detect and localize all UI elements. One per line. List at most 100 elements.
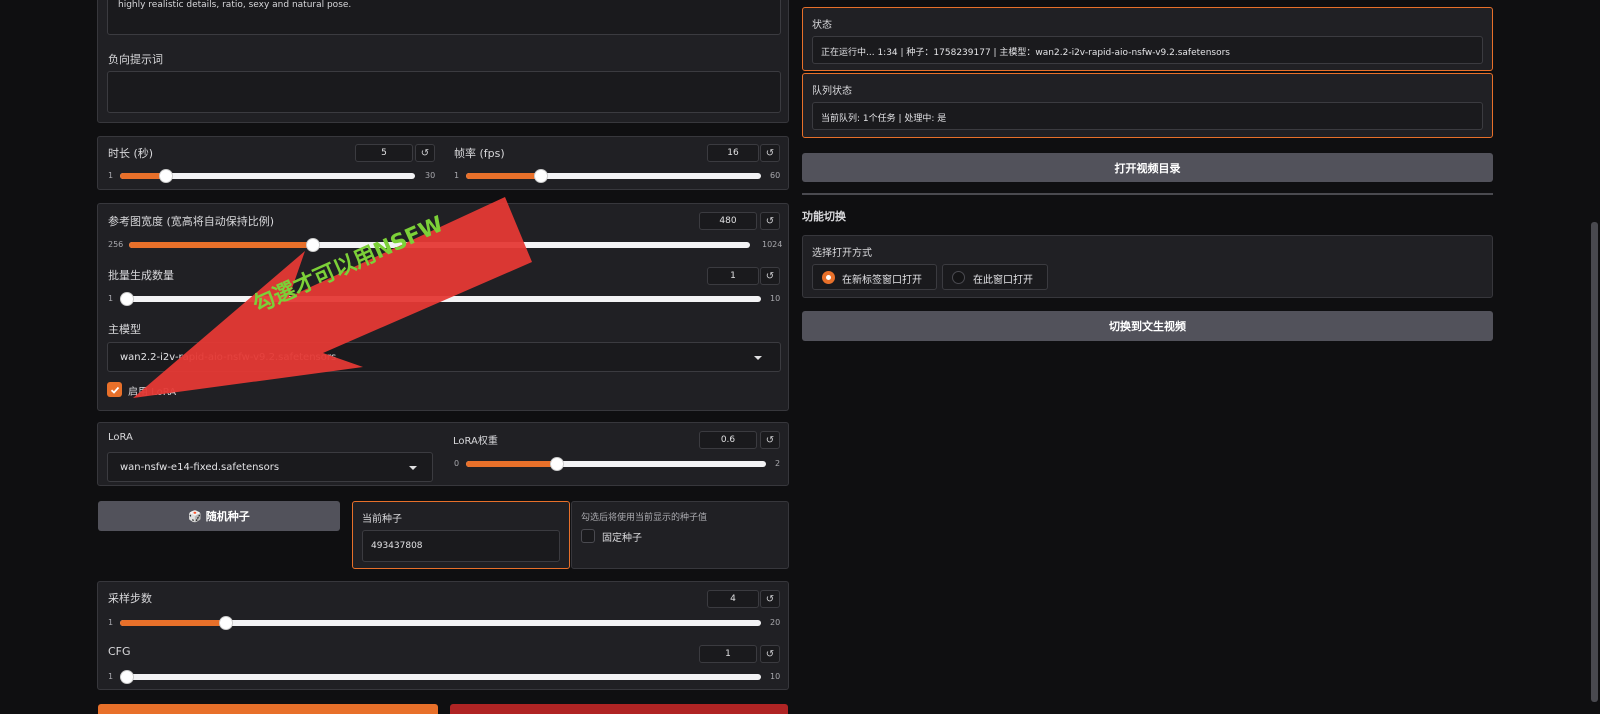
cfg-label: CFG: [108, 645, 131, 658]
cfg-max: 10: [770, 672, 781, 681]
fps-slider-fill: [466, 173, 541, 179]
steps-input[interactable]: 4: [707, 590, 759, 608]
ref-width-min: 256: [108, 240, 124, 249]
open-mode-label: 选择打开方式: [812, 248, 872, 259]
cfg-input[interactable]: 1: [699, 645, 757, 663]
check-icon: [110, 386, 119, 394]
status-box: 正在运行中... 1:34 | 种子：1758239177 | 主模型：wan2…: [812, 36, 1483, 64]
batch-label: 批量生成数量: [108, 269, 174, 282]
enable-lora-label: 启用 LoRA: [128, 387, 177, 398]
duration-fps-panel: 时长 (秒) 5 ↺ 1 30 帧率 (fps) 16 ↺ 1 60: [97, 136, 789, 190]
steps-reset-icon[interactable]: ↺: [760, 590, 780, 608]
lora-weight-slider-fill: [466, 461, 557, 467]
stop-button[interactable]: [450, 704, 788, 714]
ref-width-slider-fill: [129, 242, 313, 248]
status-text: 正在运行中... 1:34 | 种子：1758239177 | 主模型：wan2…: [821, 48, 1230, 58]
cfg-min: 1: [108, 672, 114, 681]
fps-min: 1: [454, 171, 460, 180]
batch-slider-thumb[interactable]: [120, 292, 134, 306]
chevron-down-icon: [754, 356, 762, 360]
current-seed-panel: 当前种子 493437808: [352, 501, 570, 569]
duration-reset-icon[interactable]: ↺: [415, 144, 435, 162]
switch-to-t2v-button[interactable]: 切换到文生视频: [802, 311, 1493, 341]
queue-panel: 队列状态 当前队列: 1个任务 | 处理中: 是: [802, 73, 1493, 138]
open-mode-option-label: 在新标签窗口打开: [842, 275, 922, 286]
fixed-seed-label: 固定种子: [602, 533, 642, 544]
lora-dropdown[interactable]: wan-nsfw-e14-fixed.safetensors: [107, 452, 433, 482]
ref-width-label: 参考图宽度 (宽高将自动保持比例): [108, 215, 275, 228]
duration-input[interactable]: 5: [355, 144, 413, 162]
fps-max: 60: [770, 171, 781, 180]
lora-weight-slider-thumb[interactable]: [550, 457, 564, 471]
ref-width-slider-thumb[interactable]: [306, 238, 320, 252]
open-video-dir-button[interactable]: 打开视频目录: [802, 153, 1493, 182]
chevron-down-icon: [409, 466, 417, 470]
duration-slider-fill: [120, 173, 164, 179]
status-panel: 状态 正在运行中... 1:34 | 种子：1758239177 | 主模型：w…: [802, 7, 1493, 71]
batch-slider[interactable]: [120, 296, 761, 302]
generate-button[interactable]: [98, 704, 438, 714]
main-model-dropdown[interactable]: wan2.2-i2v-rapid-aio-nsfw-v9.2.safetenso…: [107, 342, 781, 372]
lora-value: wan-nsfw-e14-fixed.safetensors: [120, 461, 280, 473]
fps-reset-icon[interactable]: ↺: [760, 144, 780, 162]
fps-input[interactable]: 16: [707, 144, 759, 162]
ref-width-reset-icon[interactable]: ↺: [760, 212, 780, 230]
fixed-seed-panel: 勾选后将使用当前显示的种子值 固定种子: [571, 501, 789, 569]
status-label: 状态: [812, 20, 832, 31]
current-seed-value: 493437808: [371, 541, 423, 551]
lora-weight-max: 2: [775, 459, 781, 468]
open-mode-option-this-window[interactable]: 在此窗口打开: [942, 264, 1048, 290]
duration-max: 30: [425, 171, 436, 180]
queue-label: 队列状态: [812, 86, 852, 97]
feature-switch-title: 功能切换: [802, 210, 846, 223]
batch-reset-icon[interactable]: ↺: [760, 267, 780, 285]
lora-weight-reset-icon[interactable]: ↺: [760, 431, 780, 449]
current-seed-label: 当前种子: [362, 514, 402, 525]
radio-unselected-icon: [952, 271, 965, 284]
open-mode-panel: 选择打开方式 在新标签窗口打开 在此窗口打开: [802, 235, 1493, 298]
negative-prompt-label: 负向提示词: [108, 53, 163, 66]
duration-min: 1: [108, 171, 114, 180]
lora-weight-input[interactable]: 0.6: [699, 431, 757, 449]
model-settings-panel: 参考图宽度 (宽高将自动保持比例) 480 ↺ 256 1024 批量生成数量 …: [97, 203, 789, 411]
ref-width-input[interactable]: 480: [699, 212, 757, 230]
current-seed-input[interactable]: 493437808: [362, 530, 560, 562]
main-model-value: wan2.2-i2v-rapid-aio-nsfw-v9.2.safetenso…: [120, 351, 337, 363]
steps-label: 采样步数: [108, 592, 152, 605]
prompt-text: highly realistic details, ratio, sexy an…: [118, 0, 352, 10]
duration-label: 时长 (秒): [108, 147, 154, 160]
lora-weight-label: LoRA权重: [453, 436, 498, 447]
duration-slider-thumb[interactable]: [159, 169, 173, 183]
cfg-slider-thumb[interactable]: [120, 670, 134, 684]
steps-min: 1: [108, 618, 114, 627]
steps-slider-thumb[interactable]: [219, 616, 233, 630]
steps-slider-fill: [120, 620, 226, 626]
batch-min: 1: [108, 294, 114, 303]
page-scrollbar[interactable]: [1591, 222, 1598, 702]
steps-max: 20: [770, 618, 781, 627]
cfg-reset-icon[interactable]: ↺: [760, 645, 780, 663]
lora-weight-min: 0: [454, 459, 460, 468]
batch-max: 10: [770, 294, 781, 303]
radio-selected-icon: [822, 271, 835, 284]
random-seed-button[interactable]: 🎲 随机种子: [98, 501, 340, 531]
divider: [802, 193, 1493, 195]
lora-label: LoRA: [108, 432, 133, 443]
open-mode-option-new-tab[interactable]: 在新标签窗口打开: [812, 264, 937, 290]
sampling-panel: 采样步数 4 ↺ 1 20 CFG 1 ↺ 1 10: [97, 581, 789, 690]
cfg-slider[interactable]: [120, 674, 761, 680]
negative-prompt-textarea[interactable]: [107, 71, 781, 113]
enable-lora-checkbox[interactable]: [107, 382, 122, 397]
queue-box: 当前队列: 1个任务 | 处理中: 是: [812, 102, 1483, 130]
main-model-label: 主模型: [108, 323, 141, 336]
lora-panel: LoRA wan-nsfw-e14-fixed.safetensors LoRA…: [97, 422, 789, 486]
ref-width-max: 1024: [762, 240, 783, 249]
prompt-panel: highly realistic details, ratio, sexy an…: [97, 0, 789, 123]
open-mode-option-label: 在此窗口打开: [973, 275, 1033, 286]
fps-slider-thumb[interactable]: [534, 169, 548, 183]
fixed-seed-hint: 勾选后将使用当前显示的种子值: [581, 513, 708, 523]
fixed-seed-checkbox[interactable]: [581, 529, 595, 543]
prompt-textarea[interactable]: highly realistic details, ratio, sexy an…: [107, 0, 781, 35]
queue-text: 当前队列: 1个任务 | 处理中: 是: [821, 114, 947, 124]
batch-input[interactable]: 1: [707, 267, 759, 285]
